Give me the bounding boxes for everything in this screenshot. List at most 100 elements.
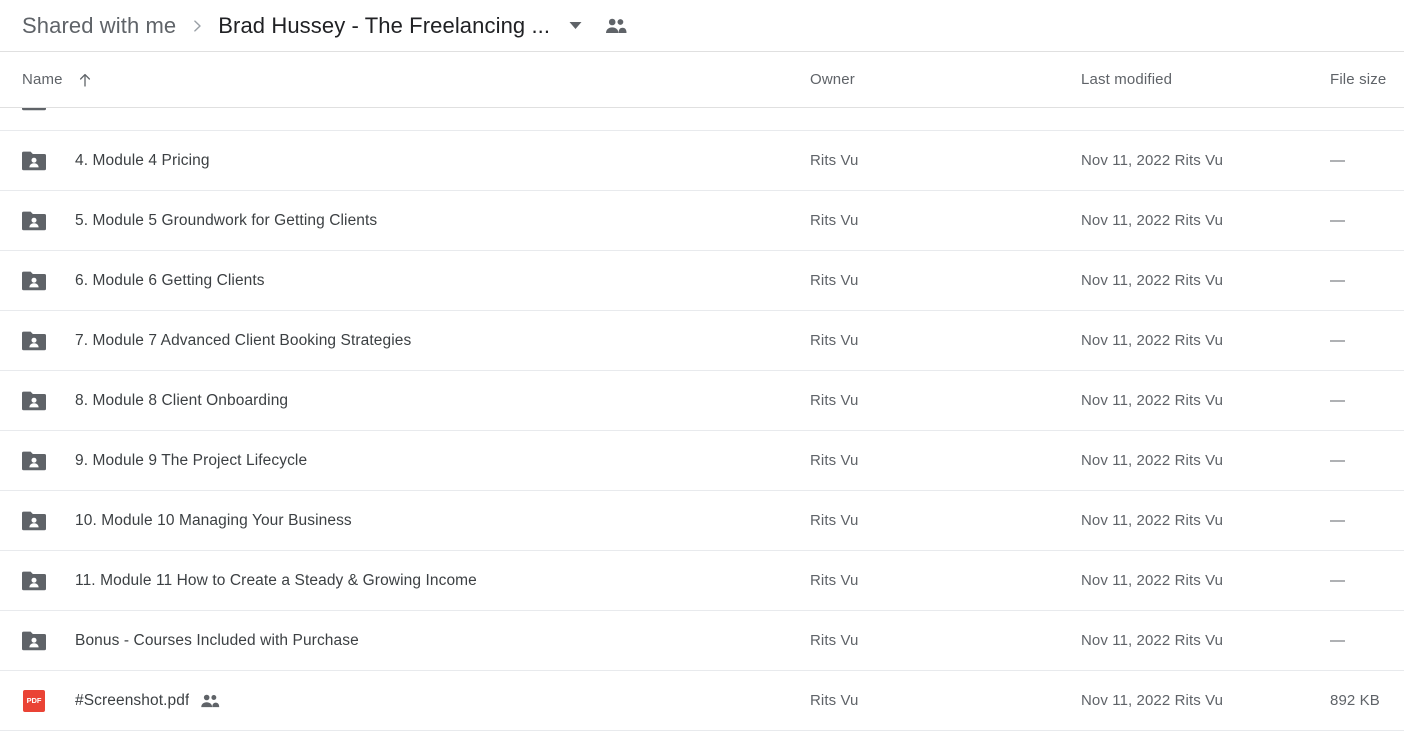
cell-name: 8. Module 8 Client Onboarding — [0, 389, 810, 413]
cell-file-size: — — [1330, 332, 1404, 350]
shared-folder-icon — [22, 108, 46, 113]
column-header-owner[interactable]: Owner — [810, 71, 1081, 88]
chevron-down-icon[interactable] — [564, 15, 586, 37]
file-name: 7. Module 7 Advanced Client Booking Stra… — [75, 331, 412, 349]
cell-name: PDF #Screenshot.pdf — [0, 689, 810, 713]
cell-file-size-text: 892 KB — [1330, 691, 1380, 709]
file-list-header: Name Owner Last modified File size — [0, 52, 1404, 108]
cell-name: 10. Module 10 Managing Your Business — [0, 509, 810, 533]
cell-last-modified-text: Nov 11, 2022 Rits Vu — [1081, 151, 1224, 169]
table-row[interactable]: Bonus - Courses Included with Purchase Ri… — [0, 611, 1404, 671]
cell-last-modified: Nov 11, 2022 Rits Vu — [1081, 272, 1330, 290]
cell-owner-text: Rits Vu — [810, 108, 859, 109]
cell-last-modified-text: Nov 11, 2022 Rits Vu — [1081, 271, 1224, 289]
pdf-badge-label: PDF — [23, 689, 45, 712]
file-list: 3. Module 3 Your Portfolio Rits Vu Nov 11,… — [0, 108, 1404, 731]
column-header-last-modified[interactable]: Last modified — [1081, 71, 1330, 88]
cell-last-modified-text: Nov 11, 2022 Rits Vu — [1081, 631, 1224, 649]
cell-file-size-text: — — [1330, 571, 1346, 589]
cell-owner: Rits Vu — [810, 452, 1081, 470]
cell-owner: Rits Vu — [810, 392, 1081, 410]
table-row[interactable]: PDF #Screenshot.pdf Rits Vu Nov 11, 2022 Ri… — [0, 671, 1404, 731]
cell-last-modified-text: Nov 11, 2022 Rits Vu — [1081, 451, 1224, 469]
column-header-name[interactable]: Name — [0, 71, 810, 88]
cell-owner: Rits Vu — [810, 152, 1081, 170]
cell-file-size: — — [1330, 108, 1404, 110]
cell-file-size: — — [1330, 512, 1404, 530]
cell-owner-text: Rits Vu — [810, 331, 859, 349]
cell-file-size: — — [1330, 632, 1404, 650]
file-name: Bonus - Courses Included with Purchase — [75, 631, 359, 649]
breadcrumb-root[interactable]: Shared with me — [22, 13, 176, 39]
cell-owner-text: Rits Vu — [810, 271, 859, 289]
cell-name: 11. Module 11 How to Create a Steady & G… — [0, 569, 810, 593]
cell-last-modified: Nov 11, 2022 Rits Vu — [1081, 152, 1330, 170]
cell-last-modified-text: Nov 11, 2022 Rits Vu — [1081, 691, 1224, 709]
table-row[interactable]: 3. Module 3 Your Portfolio Rits Vu Nov 11,… — [0, 108, 1404, 131]
cell-owner-text: Rits Vu — [810, 571, 859, 589]
column-header-file-size-label: File size — [1330, 71, 1387, 88]
cell-owner: Rits Vu — [810, 632, 1081, 650]
column-header-name-label: Name — [22, 71, 63, 88]
table-row[interactable]: 5. Module 5 Groundwork for Getting Clien… — [0, 191, 1404, 251]
cell-file-size: — — [1330, 272, 1404, 290]
shared-folder-icon — [22, 569, 46, 593]
table-row[interactable]: 8. Module 8 Client Onboarding Rits Vu Nov … — [0, 371, 1404, 431]
cell-name: Bonus - Courses Included with Purchase — [0, 629, 810, 653]
cell-last-modified: Nov 11, 2022 Rits Vu — [1081, 572, 1330, 590]
table-row[interactable]: 4. Module 4 Pricing Rits Vu Nov 11, 2022 R… — [0, 131, 1404, 191]
breadcrumb-bar: Shared with me Brad Hussey - The Freelan… — [0, 0, 1404, 52]
cell-file-size-text: — — [1330, 211, 1346, 229]
shared-folder-icon — [22, 329, 46, 353]
cell-file-size: — — [1330, 152, 1404, 170]
cell-owner-text: Rits Vu — [810, 691, 859, 709]
cell-file-size-text: — — [1330, 151, 1346, 169]
cell-last-modified: Nov 11, 2022 Rits Vu — [1081, 632, 1330, 650]
file-name: 9. Module 9 The Project Lifecycle — [75, 451, 308, 469]
file-name: 6. Module 6 Getting Clients — [75, 271, 265, 289]
cell-name: 6. Module 6 Getting Clients — [0, 269, 810, 293]
shared-folder-icon — [22, 149, 46, 173]
table-row[interactable]: 6. Module 6 Getting Clients Rits Vu Nov 11… — [0, 251, 1404, 311]
arrow-up-icon[interactable] — [77, 72, 93, 88]
cell-owner-text: Rits Vu — [810, 211, 859, 229]
cell-last-modified-text: Nov 11, 2022 Rits Vu — [1081, 571, 1224, 589]
file-name: 10. Module 10 Managing Your Business — [75, 511, 352, 529]
file-list-scroll-area[interactable]: 3. Module 3 Your Portfolio Rits Vu Nov 11,… — [0, 108, 1404, 736]
cell-last-modified-text: Nov 11, 2022 Rits Vu — [1081, 108, 1223, 109]
shared-folder-icon — [22, 269, 46, 293]
cell-file-size: — — [1330, 212, 1404, 230]
cell-name: 7. Module 7 Advanced Client Booking Stra… — [0, 329, 810, 353]
cell-owner-text: Rits Vu — [810, 151, 859, 169]
cell-file-size: — — [1330, 392, 1404, 410]
shared-folder-icon — [22, 209, 46, 233]
cell-name: 5. Module 5 Groundwork for Getting Clien… — [0, 209, 810, 233]
cell-last-modified: Nov 11, 2022 Rits Vu — [1081, 392, 1330, 410]
table-row[interactable]: 9. Module 9 The Project Lifecycle Rits Vu… — [0, 431, 1404, 491]
cell-owner-text: Rits Vu — [810, 511, 859, 529]
cell-file-size-text: — — [1330, 451, 1346, 469]
breadcrumb-current-folder[interactable]: Brad Hussey - The Freelancing ... — [218, 13, 550, 39]
cell-file-size-text: — — [1330, 108, 1345, 109]
pdf-file-icon: PDF — [22, 689, 46, 713]
cell-owner: Rits Vu — [810, 108, 1081, 110]
shared-folder-icon — [22, 389, 46, 413]
cell-owner: Rits Vu — [810, 512, 1081, 530]
file-name: #Screenshot.pdf — [75, 691, 190, 709]
people-icon[interactable] — [604, 14, 628, 38]
cell-owner-text: Rits Vu — [810, 631, 859, 649]
cell-owner-text: Rits Vu — [810, 451, 859, 469]
cell-last-modified: Nov 11, 2022 Rits Vu — [1081, 108, 1330, 110]
cell-name: 4. Module 4 Pricing — [0, 149, 810, 173]
table-row[interactable]: 11. Module 11 How to Create a Steady & G… — [0, 551, 1404, 611]
cell-last-modified: Nov 11, 2022 Rits Vu — [1081, 512, 1330, 530]
table-row[interactable]: 10. Module 10 Managing Your Business Rits… — [0, 491, 1404, 551]
shared-people-icon — [200, 691, 220, 711]
table-row[interactable]: 7. Module 7 Advanced Client Booking Stra… — [0, 311, 1404, 371]
column-header-last-modified-label: Last modified — [1081, 71, 1173, 88]
cell-owner: Rits Vu — [810, 692, 1081, 710]
cell-last-modified-text: Nov 11, 2022 Rits Vu — [1081, 391, 1224, 409]
file-name: 4. Module 4 Pricing — [75, 151, 210, 169]
cell-owner: Rits Vu — [810, 572, 1081, 590]
column-header-file-size[interactable]: File size — [1330, 71, 1404, 88]
